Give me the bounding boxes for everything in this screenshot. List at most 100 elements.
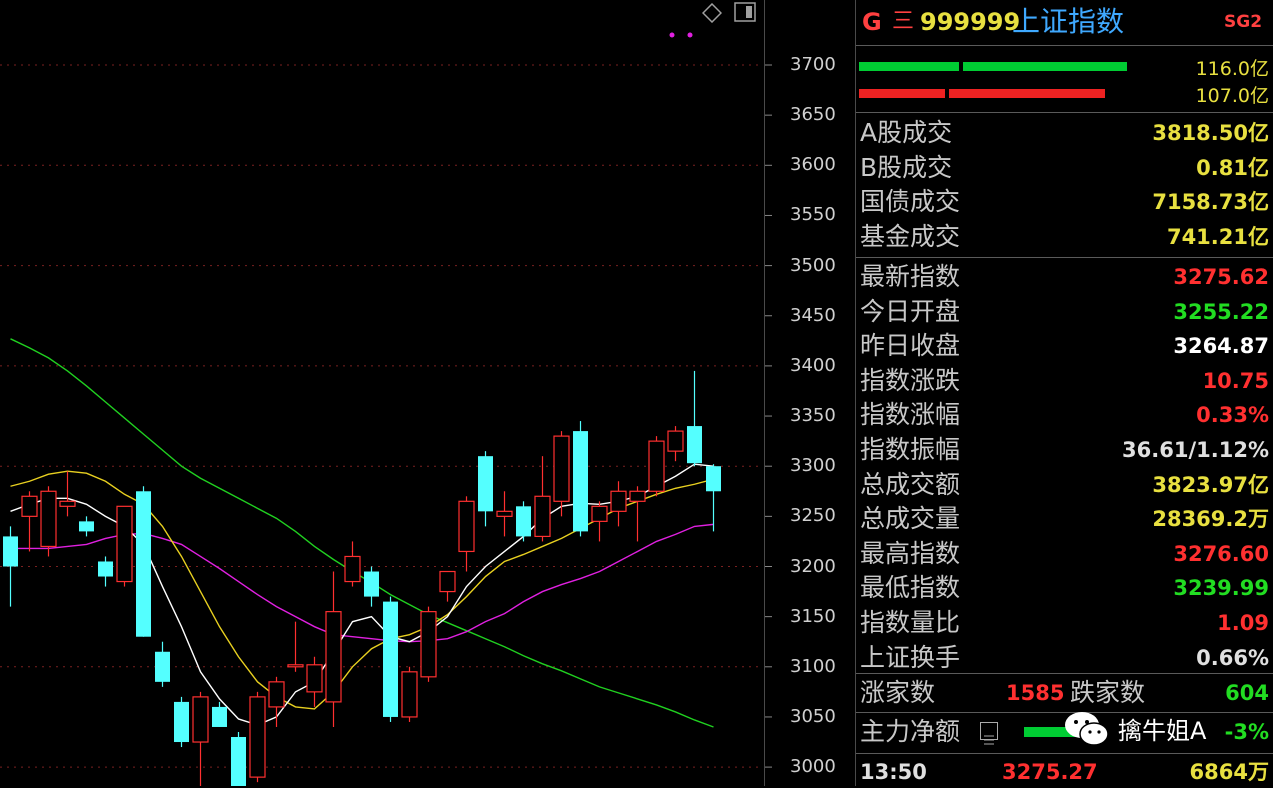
- menu-icon[interactable]: 三: [892, 2, 914, 42]
- price-axis-label: 3000: [790, 756, 836, 778]
- candle-body: [573, 431, 588, 532]
- candle[interactable]: [458, 496, 475, 572]
- buy-power-bar: [859, 62, 959, 71]
- candle[interactable]: [192, 691, 209, 786]
- candle[interactable]: [21, 491, 38, 552]
- candle[interactable]: [174, 696, 189, 748]
- kline-svg[interactable]: [0, 0, 856, 786]
- diamond-icon[interactable]: [701, 2, 723, 27]
- quote-row: 指数涨幅 0.33%: [856, 398, 1273, 432]
- candle[interactable]: [667, 426, 684, 462]
- price-axis-label: 3400: [790, 354, 836, 376]
- candle[interactable]: [420, 606, 437, 682]
- candle[interactable]: [687, 370, 702, 467]
- up-count-value: 1585: [1006, 681, 1065, 705]
- price-axis-label: 3250: [790, 505, 836, 527]
- quote-value: 3264.87: [1173, 334, 1269, 359]
- candle[interactable]: [212, 701, 227, 727]
- candle[interactable]: [325, 571, 342, 727]
- kline-chart[interactable]: 3700 3650 3600 3550 3500 3450 3400 3350 3300 3250…: [0, 0, 856, 786]
- list-icon[interactable]: [980, 722, 998, 745]
- candle[interactable]: [155, 641, 170, 687]
- candle[interactable]: [516, 501, 531, 542]
- candle-body: [79, 521, 94, 532]
- turnover-label: 国债成交: [860, 187, 961, 217]
- candle-body: [687, 426, 702, 464]
- candle[interactable]: [610, 481, 627, 527]
- candle[interactable]: [629, 486, 646, 542]
- candle-body: [364, 571, 379, 597]
- candle-body: [496, 510, 513, 517]
- quote-label: 指数涨跌: [860, 365, 961, 395]
- quote-label: 最高指数: [860, 538, 961, 568]
- turnover-row: 国债成交 7158.73亿: [856, 185, 1273, 219]
- candle-body: [610, 490, 627, 512]
- quote-label: 昨日收盘: [860, 331, 961, 361]
- quote-panel: G 三 999999 上证指数 SG2 116.0亿 107.0亿 A股成交 38…: [856, 0, 1273, 786]
- candle[interactable]: [136, 486, 151, 637]
- candle-body: [629, 490, 646, 502]
- candle[interactable]: [249, 691, 266, 783]
- panel-toggle-icon[interactable]: [734, 2, 756, 26]
- quote-value: 0.66%: [1196, 645, 1269, 670]
- divider: [856, 257, 1273, 258]
- tick-time: 13:50: [860, 760, 927, 784]
- candle-body: [534, 495, 551, 538]
- stock-prefix[interactable]: G: [862, 2, 882, 42]
- candle[interactable]: [3, 526, 18, 607]
- candle[interactable]: [98, 556, 113, 587]
- price-axis-label: 3700: [790, 54, 836, 75]
- candle-body: [648, 440, 665, 492]
- price-axis-label: 3150: [790, 605, 836, 627]
- wechat-logo-icon: [1065, 712, 1109, 746]
- quote-value: 1.09: [1217, 611, 1269, 635]
- candle-body: [439, 570, 456, 593]
- quote-row: 指数量比 1.09: [856, 606, 1273, 640]
- candle[interactable]: [496, 491, 513, 537]
- candle[interactable]: [401, 666, 418, 722]
- candle[interactable]: [648, 436, 665, 497]
- candle[interactable]: [344, 541, 361, 587]
- quote-value: 3823.97亿: [1152, 472, 1269, 497]
- candle-body: [136, 491, 151, 637]
- quote-row: 指数涨跌 10.75: [856, 364, 1273, 398]
- candle[interactable]: [706, 464, 721, 532]
- candle[interactable]: [79, 516, 94, 537]
- candle-body: [325, 611, 342, 703]
- quote-label: 指数量比: [860, 608, 961, 637]
- price-axis-label: 3550: [790, 204, 836, 226]
- turnover-value: 7158.73亿: [1152, 190, 1269, 215]
- candle-body: [40, 490, 57, 548]
- candle[interactable]: [231, 731, 246, 786]
- candle-body: [420, 611, 437, 678]
- ma-short-line: [10, 463, 714, 726]
- main-force-value: -3%: [1224, 720, 1269, 744]
- candle[interactable]: [383, 596, 398, 722]
- stock-name[interactable]: 上证指数: [1012, 2, 1124, 42]
- candle[interactable]: [478, 451, 493, 527]
- quote-value: 3239.99: [1173, 576, 1269, 601]
- candle[interactable]: [40, 486, 57, 557]
- candle[interactable]: [591, 501, 608, 542]
- quote-value: 3255.22: [1173, 299, 1269, 324]
- candle[interactable]: [534, 456, 551, 542]
- stock-code[interactable]: 999999: [920, 2, 1020, 42]
- candle[interactable]: [439, 570, 456, 602]
- candle[interactable]: [364, 566, 379, 607]
- divider: [856, 112, 1273, 113]
- ma-mid-line: [10, 470, 714, 710]
- quote-row: 上证换手 0.66%: [856, 641, 1273, 675]
- ma-longest-line: [10, 338, 714, 728]
- candle[interactable]: [553, 431, 570, 517]
- candle[interactable]: [306, 656, 323, 707]
- candle[interactable]: [573, 421, 588, 537]
- candle[interactable]: [287, 621, 304, 672]
- candle-body: [174, 701, 189, 743]
- candle-body: [98, 561, 113, 577]
- candle[interactable]: [116, 505, 133, 587]
- candle[interactable]: [59, 471, 76, 517]
- quote-row: 指数振幅 36.61/1.12%: [856, 433, 1273, 467]
- sg-tag[interactable]: SG2: [1224, 2, 1262, 42]
- watermark-text: 擒牛姐A: [1118, 716, 1207, 745]
- quote-label: 最新指数: [860, 262, 961, 291]
